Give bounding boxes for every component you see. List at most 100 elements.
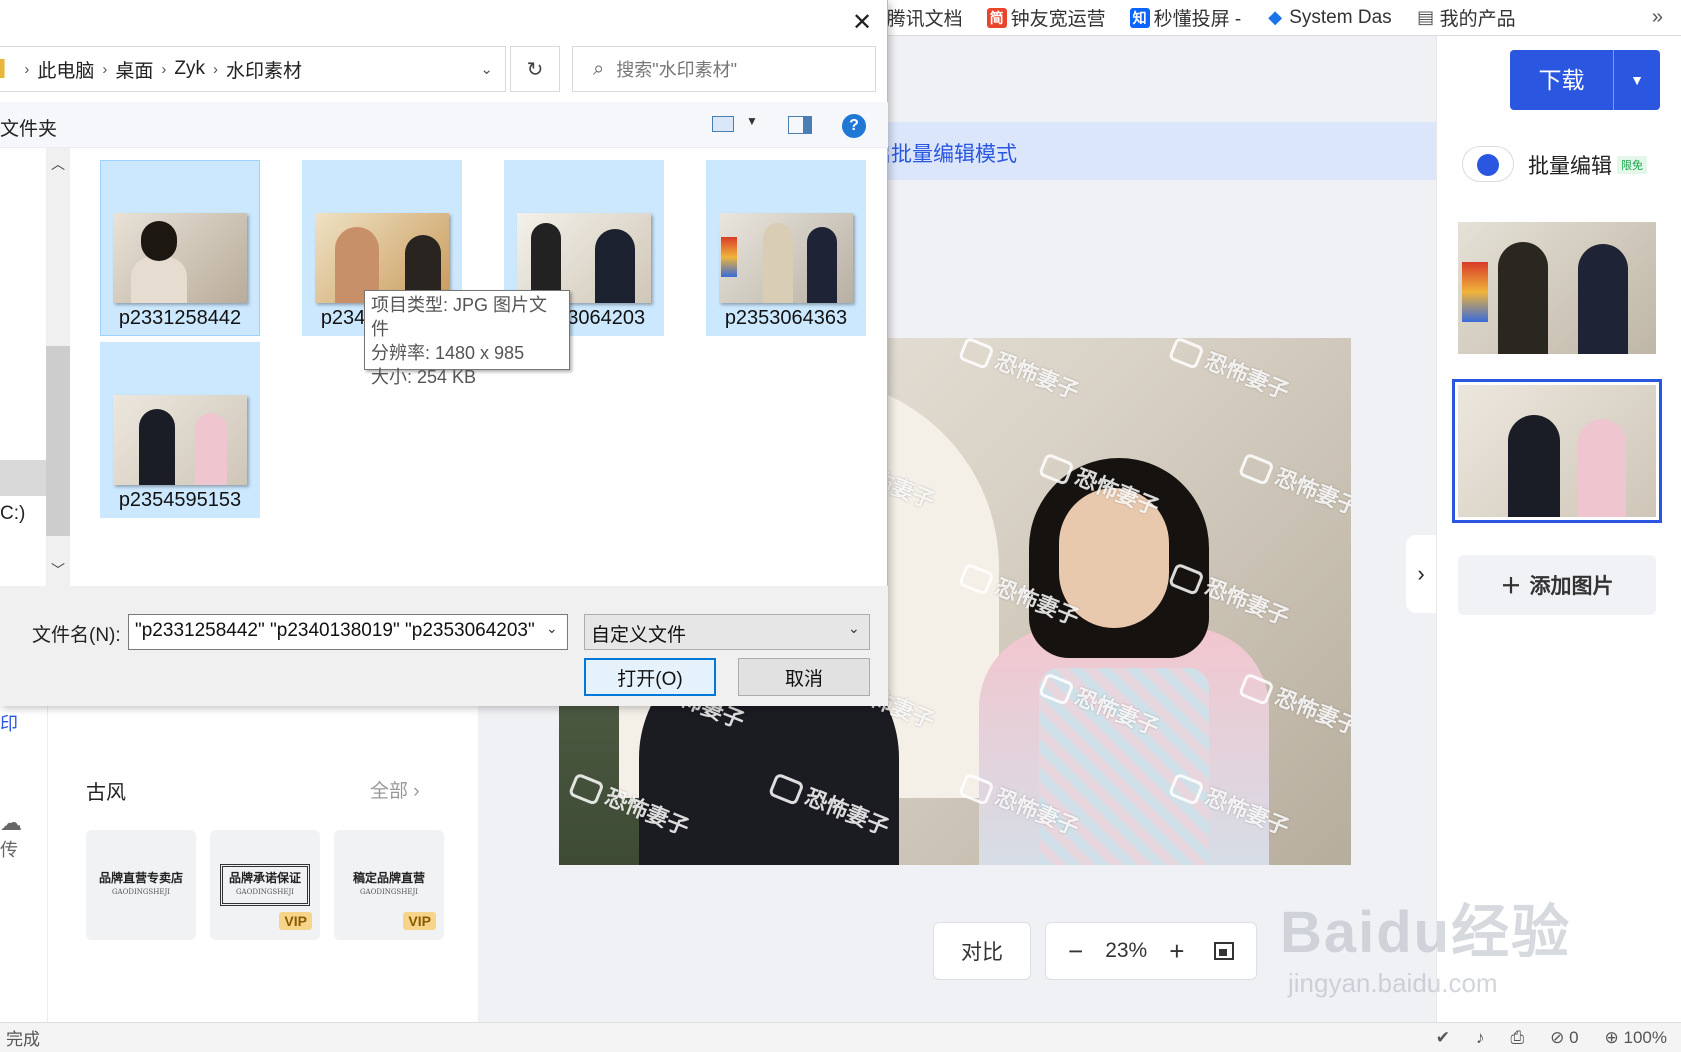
bookmark-zhongyoukuan[interactable]: 简钟友宽运营 (986, 4, 1106, 31)
preview-pane-icon[interactable] (788, 116, 812, 134)
refresh-icon: ↻ (526, 58, 544, 81)
watermark: 恐怖妻子 (957, 338, 1085, 406)
chevron-right-icon: › (212, 60, 218, 78)
cloud-upload-icon: ☁ (0, 810, 22, 835)
file-thumbnail (719, 213, 853, 303)
filename-input[interactable]: "p2331258442" "p2340138019" "p2353064203… (128, 614, 568, 650)
diamond-icon: ◆ (1268, 7, 1283, 27)
template-tile[interactable]: 品牌直营专卖店 GAODINGSHEJI (86, 830, 196, 940)
folder-icon: ▍ (0, 61, 13, 78)
nav-item-selected[interactable] (0, 460, 46, 496)
close-icon[interactable]: ✕ (852, 8, 872, 37)
zoom-control: − 23% + (1045, 922, 1258, 980)
speaker-icon[interactable]: ♪ (1476, 1028, 1485, 1048)
open-button[interactable]: 打开(O) (584, 658, 716, 696)
caret-down-icon[interactable]: ▼ (746, 114, 758, 128)
baidu-watermark-url: jingyan.baidu.com (1288, 968, 1498, 998)
right-panel (1436, 36, 1681, 1022)
chevron-right-icon: › (413, 781, 420, 802)
rail-item-upload[interactable]: ☁ 传 (0, 810, 48, 862)
watermark: 恐怖妻子 (1167, 338, 1295, 406)
fit-screen-icon[interactable] (1214, 942, 1235, 960)
zoom-in-button[interactable]: + (1169, 936, 1184, 967)
camera-icon (1237, 452, 1275, 487)
filetype-select[interactable]: 自定义文件 (584, 614, 870, 650)
breadcrumb-item[interactable]: 此电脑 (37, 56, 94, 83)
batch-mode-notice: 已开启批量编辑模式 (828, 122, 1436, 180)
vip-badge: VIP (279, 912, 312, 930)
dialog-footer: 文件名(N): "p2331258442" "p2340138019" "p23… (0, 586, 888, 706)
shield-check-icon[interactable]: ✔ (1436, 1028, 1450, 1048)
breadcrumb-item[interactable]: Zyk (174, 58, 205, 80)
breadcrumb-item[interactable]: 水印素材 (226, 56, 302, 83)
camera-icon (1167, 338, 1205, 371)
rail-item-watermark[interactable]: 印 (0, 710, 48, 736)
camera-icon (957, 338, 995, 371)
chevron-down-icon[interactable]: ⌄ (848, 620, 860, 637)
download-button[interactable]: 下载 ▼ (1510, 50, 1660, 110)
file-thumbnail (113, 395, 247, 485)
chevron-down-icon[interactable]: ⌄ (480, 60, 493, 78)
batch-edit-toggle[interactable] (1462, 146, 1514, 182)
bookmark-my-products[interactable]: ▤ 我的产品 (1416, 4, 1516, 31)
batch-edit-label: 批量编辑 (1528, 155, 1612, 178)
template-tile[interactable]: 稿定品牌直营 GAODINGSHEJI VIP (334, 830, 444, 940)
bookmark-miaodong[interactable]: 知秒懂投屏 - (1129, 4, 1241, 31)
chevron-right-icon: › (24, 60, 30, 78)
file-open-dialog: ✕ ▍ › 此电脑 › 桌面 › Zyk › 水印素材 ⌄ ↻ ⌕ 搜索"水印素… (0, 0, 888, 706)
search-input[interactable]: ⌕ 搜索"水印素材" (572, 46, 876, 92)
breadcrumb-item[interactable]: 桌面 (115, 56, 153, 83)
image-thumbnail-selected[interactable] (1452, 379, 1662, 523)
template-tile[interactable]: 品牌承诺保证 GAODINGSHEJI VIP (210, 830, 320, 940)
dialog-toolbar: 文件夹 ▼ ? (0, 102, 888, 148)
zoom-out-button[interactable]: − (1068, 936, 1083, 967)
filename-label: 文件名(N): (32, 625, 121, 646)
jian-icon: 简 (986, 7, 1007, 28)
watermark: 恐怖妻子 (1237, 446, 1351, 522)
baidu-watermark-logo: Baidu经验 (1280, 900, 1572, 965)
canvas-controls: 对比 − 23% + (933, 922, 1258, 980)
bookmark-system-das[interactable]: ◆ System Das (1265, 7, 1391, 29)
bookmarks-more-icon[interactable]: » (1652, 6, 1663, 29)
nav-scrollbar[interactable]: ︿ ﹀ (46, 148, 70, 586)
section-title: 古风 (86, 782, 126, 804)
bookmarks-bar: n T腾讯文档 简钟友宽运营 知秒懂投屏 - ◆System Das ▤我的产品… (828, 0, 1681, 36)
chevron-right-icon: › (102, 60, 108, 78)
search-icon: ⌕ (593, 57, 605, 80)
new-folder-button[interactable]: 文件夹 (0, 114, 57, 141)
free-badge: 限免 (1617, 156, 1647, 174)
zoom-value: 23% (1105, 939, 1148, 962)
status-bar: 完成 ✔ ♪ ⎙ ⊘ 0 ⊕ 100% (0, 1022, 1681, 1052)
address-bar[interactable]: ▍ › 此电脑 › 桌面 › Zyk › 水印素材 ⌄ (0, 46, 506, 92)
zhihu-icon: 知 (1129, 7, 1150, 28)
left-rail: 印 ☁ 传 (0, 660, 48, 1022)
section-all-link[interactable]: 全部 › (370, 776, 420, 803)
status-text: 完成 (6, 1030, 40, 1049)
nav-item-drive[interactable]: C:) (0, 503, 25, 525)
chevron-down-icon[interactable]: ⌄ (546, 620, 558, 637)
caret-down-icon[interactable]: ▼ (1614, 72, 1660, 88)
printer-icon[interactable]: ⎙ (1511, 1028, 1525, 1048)
document-icon: ▤ (1417, 7, 1435, 27)
template-grid: 品牌直营专卖店 GAODINGSHEJI 品牌承诺保证 GAODINGSHEJI V… (86, 830, 444, 940)
scroll-up-icon[interactable]: ︿ (51, 154, 65, 174)
view-icon[interactable] (712, 116, 734, 132)
file-item[interactable]: p2353064363 (706, 160, 866, 336)
ad-block-counter[interactable]: ⊘ 0 (1550, 1028, 1578, 1048)
image-thumbnail[interactable] (1458, 222, 1656, 354)
scroll-down-icon[interactable]: ﹀ (51, 560, 65, 580)
add-image-button[interactable]: ＋添加图片 (1458, 555, 1656, 615)
compare-button[interactable]: 对比 (933, 922, 1031, 980)
help-icon[interactable]: ? (842, 114, 866, 138)
file-info-tooltip: 项目类型: JPG 图片文件 分辨率: 1480 x 985 大小: 254 K… (364, 290, 570, 387)
file-thumbnail (113, 213, 247, 303)
file-item[interactable]: p2354595153 (100, 342, 260, 518)
plus-icon: ＋ (1500, 575, 1522, 598)
navigation-pane: C:) (0, 148, 46, 586)
panel-toggle-button[interactable]: › (1406, 535, 1436, 613)
zoom-level[interactable]: ⊕ 100% (1605, 1028, 1667, 1048)
file-item[interactable]: p2331258442 (100, 160, 260, 336)
cancel-button[interactable]: 取消 (738, 658, 870, 696)
chevron-right-icon: › (161, 60, 167, 78)
refresh-button[interactable]: ↻ (510, 46, 560, 92)
